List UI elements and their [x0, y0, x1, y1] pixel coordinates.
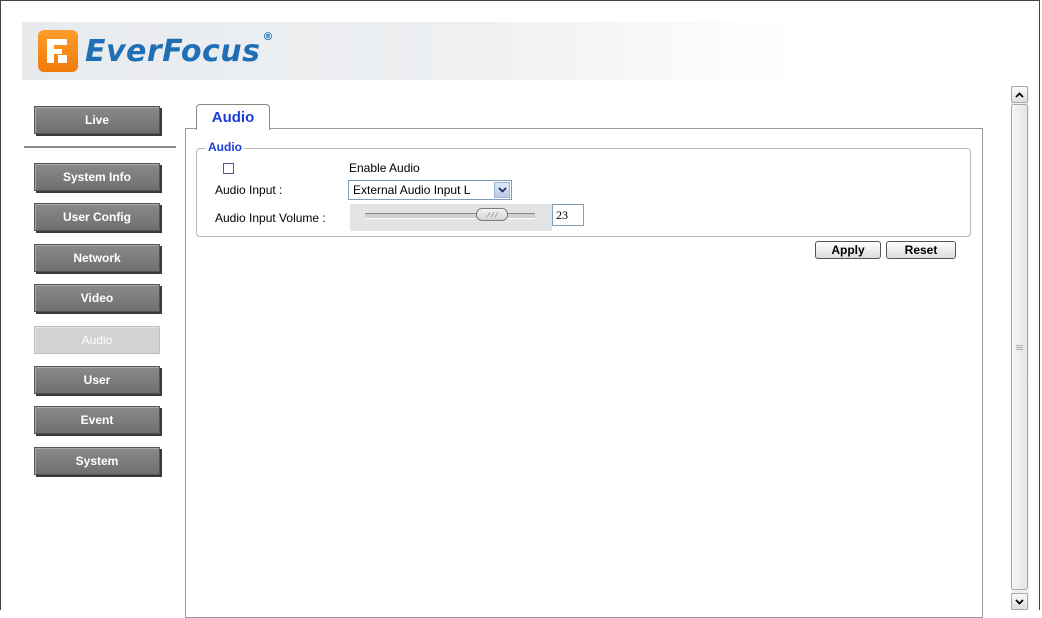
vertical-scrollbar[interactable]: [1011, 86, 1029, 610]
registered-mark: ®: [262, 29, 274, 43]
scroll-up-button[interactable]: [1011, 86, 1028, 103]
scroll-down-button[interactable]: [1011, 593, 1028, 610]
audio-input-select[interactable]: External Audio Input L: [348, 180, 512, 200]
group-title: Audio: [206, 140, 244, 154]
reset-button[interactable]: Reset: [886, 241, 956, 259]
nav-user-button[interactable]: User: [34, 366, 160, 394]
nav-event-button[interactable]: Event: [34, 406, 160, 434]
apply-button[interactable]: Apply: [815, 241, 881, 259]
everfocus-logo-icon: [38, 30, 78, 72]
nav-live-button[interactable]: Live: [34, 106, 160, 134]
nav-user-config-button[interactable]: User Config: [34, 203, 160, 231]
volume-slider-track[interactable]: [365, 213, 535, 219]
enable-audio-checkbox[interactable]: [223, 163, 234, 174]
audio-input-label: Audio Input :: [215, 183, 283, 197]
logo-text-ever: Ever: [85, 33, 163, 69]
nav-network-button[interactable]: Network: [34, 244, 160, 272]
grip-icon: [1016, 344, 1023, 350]
audio-volume-label: Audio Input Volume :: [215, 211, 326, 225]
nav-system-info-button[interactable]: System Info: [34, 163, 160, 191]
chevron-down-icon[interactable]: [494, 182, 510, 198]
arrow-down-icon: [1015, 598, 1024, 605]
tab-audio[interactable]: Audio: [196, 104, 270, 130]
arrow-up-icon: [1015, 91, 1024, 98]
grip-icon: [486, 211, 499, 218]
volume-value-input[interactable]: 23: [552, 204, 584, 226]
enable-audio-label: Enable Audio: [349, 161, 420, 175]
nav-system-button[interactable]: System: [34, 447, 160, 475]
nav-divider: [24, 146, 176, 148]
volume-slider-thumb[interactable]: [476, 208, 508, 221]
nav-audio-button[interactable]: Audio: [34, 326, 160, 354]
everfocus-logo: EverFocus ®: [38, 30, 274, 72]
logo-wordmark: EverFocus ®: [85, 30, 274, 69]
logo-banner: EverFocus ®: [22, 22, 792, 80]
audio-input-select-value: External Audio Input L: [353, 183, 471, 197]
logo-text-focus: Focus: [162, 33, 261, 69]
nav-video-button[interactable]: Video: [34, 284, 160, 312]
scrollbar-thumb[interactable]: [1011, 104, 1028, 590]
